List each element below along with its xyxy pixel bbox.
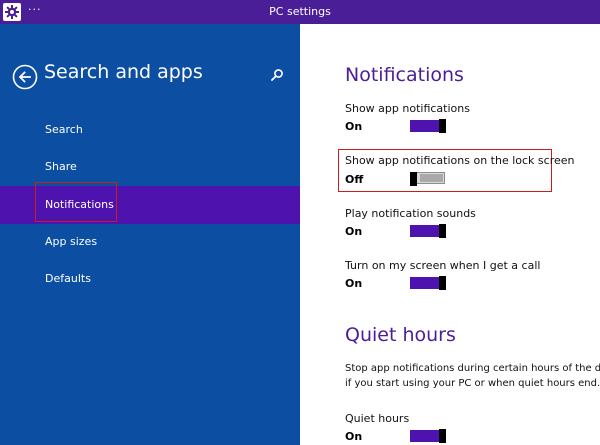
sidebar-item-app-sizes[interactable]: App sizes	[0, 223, 300, 261]
lock-screen-toggle[interactable]	[410, 172, 445, 186]
setting-state-lock-screen: Off	[345, 173, 364, 186]
toggle-thumb	[439, 276, 446, 290]
setting-label-app-notifications: Show app notifications	[345, 102, 470, 115]
quiet-hours-description-line2: if you start using your PC or when quiet…	[345, 378, 600, 389]
search-icon[interactable]	[270, 67, 284, 81]
notifications-heading: Notifications	[345, 64, 464, 86]
toggle-thumb	[410, 172, 417, 186]
screen-on-call-toggle[interactable]	[410, 276, 446, 290]
setting-label-screen-on-call: Turn on my screen when I get a call	[345, 259, 541, 272]
app-notifications-toggle[interactable]	[410, 119, 446, 133]
window-title: PC settings	[269, 5, 331, 18]
sidebar-item-label: App sizes	[45, 235, 98, 248]
quiet-hours-description-line1: Stop app notifications during certain ho…	[345, 363, 600, 374]
sidebar-item-share[interactable]: Share	[0, 148, 300, 186]
quiet-hours-toggle[interactable]	[410, 429, 446, 443]
toggle-thumb	[439, 119, 446, 133]
setting-state-quiet-hours: On	[345, 430, 363, 443]
toggle-thumb	[439, 429, 446, 443]
setting-label-notification-sounds: Play notification sounds	[345, 207, 476, 220]
back-arrow-icon[interactable]	[12, 64, 38, 90]
sidebar: Search and apps Search Share Notificatio…	[0, 24, 300, 445]
notification-sounds-toggle[interactable]	[410, 224, 446, 238]
toggle-thumb	[439, 224, 446, 238]
main-panel: Notifications Show app notifications On …	[300, 24, 600, 445]
setting-label-lock-screen: Show app notifications on the lock scree…	[345, 154, 575, 167]
sidebar-item-search[interactable]: Search	[0, 111, 300, 149]
notifications-highlight-box	[35, 182, 117, 222]
title-bar: ··· PC settings	[0, 0, 600, 24]
sidebar-title: Search and apps	[44, 61, 203, 83]
sidebar-item-label: Share	[45, 160, 77, 173]
setting-label-quiet-hours: Quiet hours	[345, 412, 410, 425]
sidebar-item-defaults[interactable]: Defaults	[0, 260, 300, 298]
quiet-hours-heading: Quiet hours	[345, 324, 456, 346]
sidebar-item-label: Defaults	[45, 272, 91, 285]
setting-state-notification-sounds: On	[345, 225, 363, 238]
setting-state-screen-on-call: On	[345, 277, 363, 290]
setting-state-app-notifications: On	[345, 120, 363, 133]
sidebar-item-label: Search	[45, 123, 83, 136]
toggle-track	[420, 174, 443, 182]
